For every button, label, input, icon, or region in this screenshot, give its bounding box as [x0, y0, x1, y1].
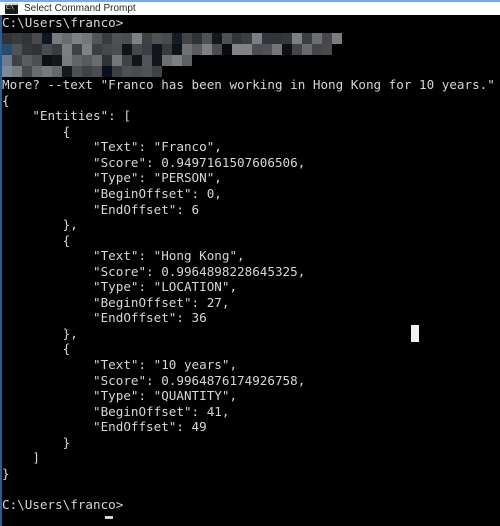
console-output-area[interactable]: C:\Users\franco> More? --text "Franco ha…: [0, 15, 500, 526]
terminal-line: "Score": 0.9964876174926758,: [2, 372, 306, 388]
terminal-line: "EndOffset": 36: [2, 310, 207, 326]
terminal-line: },: [2, 217, 78, 233]
terminal-line: "BeginOffset": 0,: [2, 186, 222, 202]
terminal-line: "Score": 0.9497161507606506,: [2, 154, 306, 170]
command-prompt-icon: C:\: [5, 3, 18, 14]
terminal-line: }: [2, 434, 71, 450]
icon-glyph-label: C:\: [6, 5, 14, 11]
terminal-line: ]: [2, 450, 40, 466]
terminal-line: "Text": "10 years",: [2, 357, 238, 373]
text-selection-cursor: [411, 325, 419, 342]
terminal-line: "BeginOffset": 41,: [2, 403, 230, 419]
terminal-line: "Type": "QUANTITY",: [2, 388, 238, 404]
terminal-line: "Text": "Hong Kong",: [2, 248, 245, 264]
terminal-line: {: [2, 123, 71, 139]
terminal-line: C:\Users\franco>: [2, 15, 124, 30]
window-title: Select Command Prompt: [24, 3, 136, 14]
title-bar[interactable]: C:\ Select Command Prompt: [0, 0, 500, 15]
terminal-line: }: [2, 465, 10, 481]
terminal-line: "Entities": [: [2, 108, 131, 124]
terminal-line: "Type": "LOCATION",: [2, 279, 238, 295]
terminal-line: {: [2, 92, 10, 108]
terminal-line: "Type": "PERSON",: [2, 170, 222, 186]
command-prompt-window: C:\ Select Command Prompt C:\Users\franc…: [0, 0, 500, 526]
terminal-line: {: [2, 232, 71, 248]
terminal-text: C:\Users\franco> More? --text "Franco ha…: [2, 15, 500, 513]
terminal-line: More? --text "Franco has been working in…: [2, 77, 495, 93]
terminal-line: "Text": "Franco",: [2, 139, 222, 155]
terminal-line: "BeginOffset": 27,: [2, 294, 230, 310]
terminal-line: "EndOffset": 6: [2, 201, 200, 217]
terminal-line: "Score": 0.9964898228645325,: [2, 263, 306, 279]
terminal-line: C:\Users\franco>: [2, 496, 124, 512]
prompt-caret: [105, 516, 113, 519]
terminal-line: "EndOffset": 49: [2, 419, 207, 435]
terminal-line: {: [2, 341, 71, 357]
terminal-line: },: [2, 325, 78, 341]
